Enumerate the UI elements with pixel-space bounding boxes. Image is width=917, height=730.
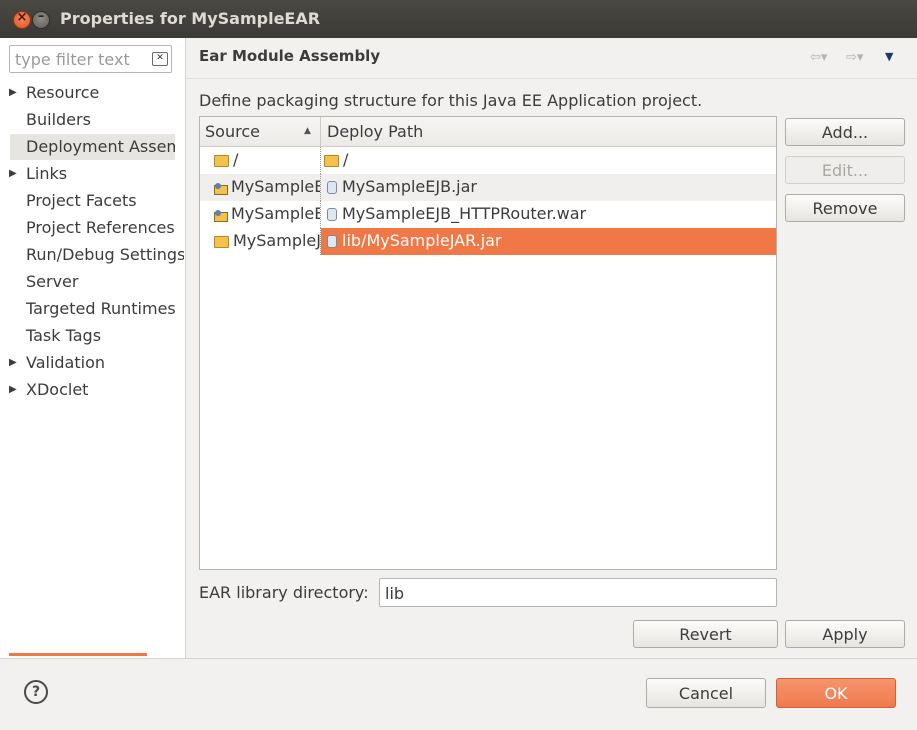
minimize-window-button[interactable]: – — [32, 9, 50, 29]
cancel-button[interactable]: Cancel — [646, 678, 766, 708]
sidebar-item-run-debug-settings[interactable]: Run/Debug Settings — [0, 242, 184, 268]
column-header-source[interactable]: Source — [205, 122, 260, 141]
table-header: Source ▲ Deploy Path — [200, 117, 776, 147]
add-button[interactable]: Add... — [785, 118, 905, 146]
sidebar: type filter text ✕ ▶ Resource Builders D… — [0, 38, 186, 658]
view-menu-icon[interactable]: ▼ — [885, 50, 893, 63]
expand-arrow-icon[interactable]: ▶ — [9, 350, 17, 376]
sidebar-item-task-tags[interactable]: Task Tags — [0, 323, 184, 349]
sidebar-item-validation[interactable]: ▶ Validation — [0, 350, 184, 376]
clear-filter-icon[interactable]: ✕ — [152, 52, 168, 66]
jar-icon — [327, 235, 337, 248]
table-row[interactable]: MySampleEJB MySampleEJB.jar — [200, 174, 776, 201]
ejb-project-icon — [214, 183, 228, 195]
ear-library-field[interactable] — [379, 578, 777, 607]
folder-icon — [324, 155, 339, 167]
ear-library-input[interactable] — [383, 583, 777, 604]
apply-button[interactable]: Apply — [785, 620, 905, 648]
jar-icon — [327, 181, 337, 194]
filter-placeholder: type filter text — [15, 50, 130, 69]
page-header: Ear Module Assembly ⇦▾ ⇨▾ ▼ — [186, 38, 917, 79]
jar-icon — [327, 208, 337, 221]
window-title: Properties for MySampleEAR — [60, 9, 321, 28]
table-row[interactable]: MySampleEJB_HTTPRouter MySampleEJB_HTTPR… — [200, 201, 776, 228]
forward-arrow-icon[interactable]: ⇨▾ — [846, 50, 863, 65]
page-description: Define packaging structure for this Java… — [199, 91, 703, 110]
java-project-icon — [214, 236, 229, 248]
ear-library-label: EAR library directory: — [199, 583, 369, 602]
remove-button[interactable]: Remove — [785, 194, 905, 222]
sidebar-item-resource[interactable]: ▶ Resource — [0, 80, 184, 106]
footer-divider — [0, 658, 917, 659]
sidebar-item-links[interactable]: ▶ Links — [0, 161, 184, 187]
sidebar-item-xdoclet[interactable]: ▶ XDoclet — [0, 377, 184, 403]
expand-arrow-icon[interactable]: ▶ — [9, 161, 17, 187]
assembly-table[interactable]: Source ▲ Deploy Path / / MySampleEJB MyS… — [199, 116, 777, 570]
web-project-icon — [214, 210, 228, 222]
filter-input[interactable]: type filter text ✕ — [9, 45, 172, 73]
sidebar-item-deployment-assembly[interactable]: Deployment Assembly — [10, 134, 175, 160]
back-arrow-icon[interactable]: ⇦▾ — [810, 50, 827, 65]
expand-arrow-icon[interactable]: ▶ — [9, 377, 17, 403]
column-header-deploy-path[interactable]: Deploy Path — [327, 122, 423, 141]
close-icon: × — [16, 10, 28, 25]
sidebar-item-targeted-runtimes[interactable]: Targeted Runtimes — [0, 296, 184, 322]
table-row-selected[interactable]: MySampleJAR lib/MySampleJAR.jar — [200, 228, 776, 255]
page-title: Ear Module Assembly — [199, 47, 381, 65]
expand-arrow-icon[interactable]: ▶ — [9, 80, 17, 106]
sort-ascending-icon: ▲ — [304, 126, 311, 136]
sidebar-item-project-references[interactable]: Project References — [0, 215, 184, 241]
edit-button[interactable]: Edit... — [785, 156, 905, 184]
revert-button[interactable]: Revert — [633, 620, 778, 648]
table-row[interactable]: / / — [200, 147, 776, 174]
sidebar-item-server[interactable]: Server — [0, 269, 184, 295]
close-window-button[interactable]: × — [13, 10, 31, 29]
title-bar: × – Properties for MySampleEAR — [0, 0, 917, 38]
minimize-icon: – — [37, 9, 45, 24]
help-icon[interactable]: ? — [24, 680, 48, 704]
folder-icon — [214, 155, 229, 167]
sidebar-item-project-facets[interactable]: Project Facets — [0, 188, 184, 214]
sash-indicator[interactable] — [9, 653, 147, 656]
ok-button[interactable]: OK — [776, 678, 896, 708]
sidebar-item-builders[interactable]: Builders — [0, 107, 184, 133]
